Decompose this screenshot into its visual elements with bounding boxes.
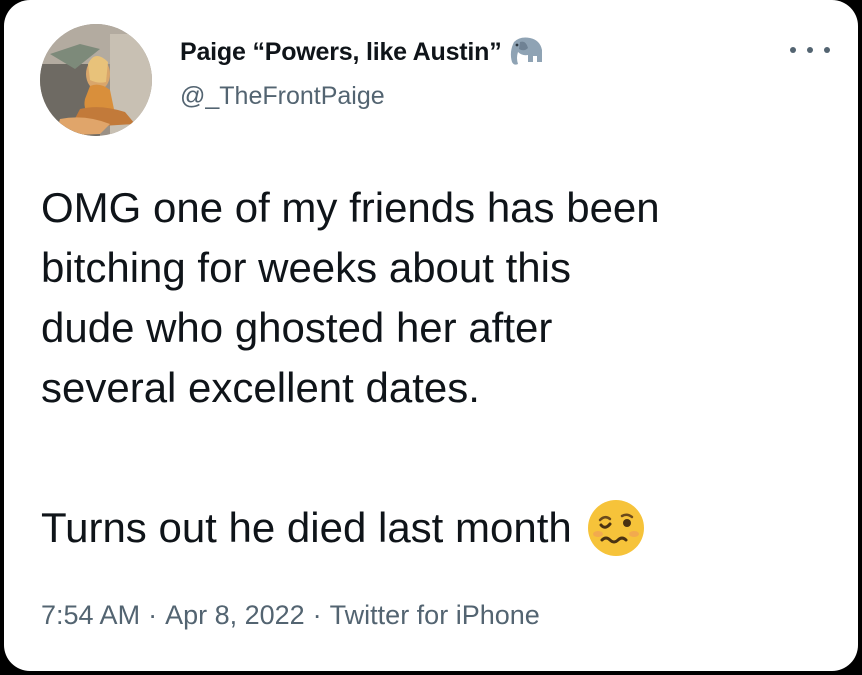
tweet-last-line: Turns out he died last month (41, 498, 646, 558)
avatar-image (40, 24, 152, 136)
woozy-face-icon (586, 498, 646, 558)
tweet-text-line: OMG one of my friends has been (41, 184, 660, 231)
tweet-date[interactable]: Apr 8, 2022 (165, 600, 305, 630)
more-dot (824, 47, 830, 53)
tweet-text-line: bitching for weeks about this (41, 244, 571, 291)
tweet-card: Paige “Powers, like Austin” @_TheFrontPa… (4, 0, 858, 671)
author-name-row[interactable]: Paige “Powers, like Austin” (180, 36, 546, 68)
tweet-source[interactable]: Twitter for iPhone (330, 600, 540, 630)
tweet-text-line: Turns out he died last month (41, 504, 572, 551)
more-dot (807, 47, 813, 53)
tweet-meta: 7:54 AM · Apr 8, 2022 · Twitter for iPhone (41, 600, 540, 631)
tweet-text-line: dude who ghosted her after (41, 304, 553, 351)
tweet-text-line: several excellent dates. (41, 364, 480, 411)
meta-separator: · (312, 600, 322, 630)
tweet-text: OMG one of my friends has been bitching … (41, 178, 831, 418)
meta-separator: · (148, 600, 158, 630)
more-dot (790, 47, 796, 53)
display-name[interactable]: Paige “Powers, like Austin” (180, 38, 502, 67)
author-handle[interactable]: @_TheFrontPaige (180, 82, 385, 111)
more-options-icon[interactable] (790, 38, 830, 62)
elephant-icon (506, 36, 546, 68)
tweet-time[interactable]: 7:54 AM (41, 600, 140, 630)
avatar[interactable] (40, 24, 152, 136)
